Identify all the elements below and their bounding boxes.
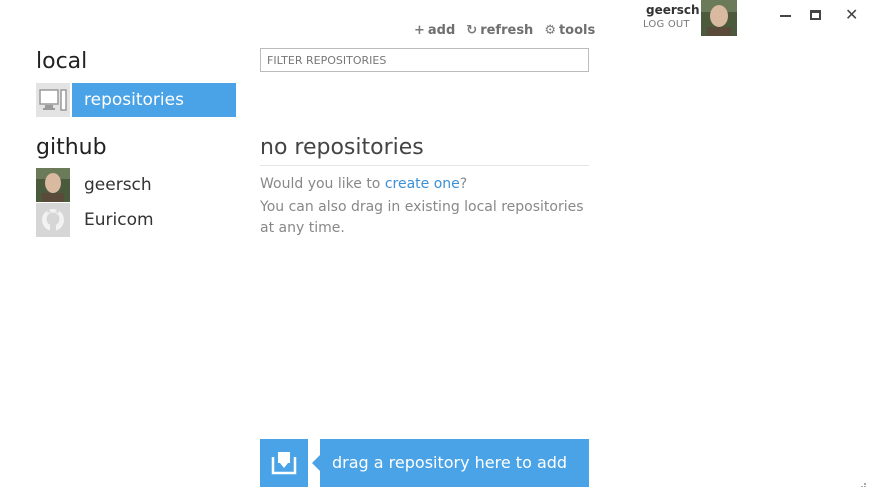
empty-state-prompt: Would you like to create one? bbox=[260, 174, 467, 195]
divider bbox=[260, 165, 589, 166]
maximize-button[interactable] bbox=[810, 6, 821, 20]
sidebar-item-label: repositories bbox=[72, 83, 236, 117]
filter-repositories-input[interactable] bbox=[260, 48, 589, 72]
refresh-icon: ↻ bbox=[466, 23, 478, 38]
empty-state-hint: You can also drag in existing local repo… bbox=[260, 199, 584, 236]
refresh-label: refresh bbox=[480, 23, 534, 38]
section-title-local: local bbox=[36, 49, 88, 74]
dropzone-label[interactable]: drag a repository here to add bbox=[312, 439, 589, 487]
resize-grip-icon[interactable] bbox=[858, 476, 866, 487]
sidebar-item-geersch[interactable]: geersch bbox=[36, 168, 236, 202]
sidebar-item-label: Euricom bbox=[84, 210, 154, 230]
logout-link[interactable]: LOG OUT bbox=[643, 19, 690, 30]
drop-repository-icon[interactable] bbox=[260, 439, 308, 487]
sidebar-item-repositories[interactable]: repositories bbox=[36, 83, 236, 117]
close-button[interactable]: ✕ bbox=[845, 6, 858, 24]
tools-label: tools bbox=[558, 23, 596, 38]
empty-state-title: no repositories bbox=[260, 135, 424, 160]
close-icon: ✕ bbox=[845, 5, 859, 24]
add-label: add bbox=[427, 23, 456, 38]
sidebar-item-label: geersch bbox=[84, 175, 152, 195]
sidebar-item-euricom[interactable]: Euricom bbox=[36, 203, 236, 237]
prompt-suffix: ? bbox=[459, 176, 468, 192]
tools-button[interactable]: ⚙ tools bbox=[544, 23, 595, 38]
octocat-icon bbox=[36, 203, 70, 237]
toolbar: + add ↻ refresh ⚙ tools bbox=[414, 23, 595, 38]
user-name[interactable]: geersch bbox=[646, 3, 700, 17]
user-avatar bbox=[36, 168, 70, 202]
avatar[interactable] bbox=[701, 0, 737, 36]
prompt-text: Would you like to bbox=[260, 176, 385, 192]
minimize-button[interactable] bbox=[780, 6, 791, 17]
gear-icon: ⚙ bbox=[544, 23, 556, 38]
add-button[interactable]: + add bbox=[414, 23, 455, 38]
maximize-icon bbox=[810, 10, 821, 20]
section-title-github: github bbox=[36, 135, 107, 160]
plus-icon: + bbox=[414, 23, 425, 38]
create-one-link[interactable]: create one bbox=[385, 176, 460, 192]
minimize-icon bbox=[780, 15, 791, 17]
refresh-button[interactable]: ↻ refresh bbox=[466, 23, 533, 38]
computer-icon bbox=[36, 83, 70, 117]
